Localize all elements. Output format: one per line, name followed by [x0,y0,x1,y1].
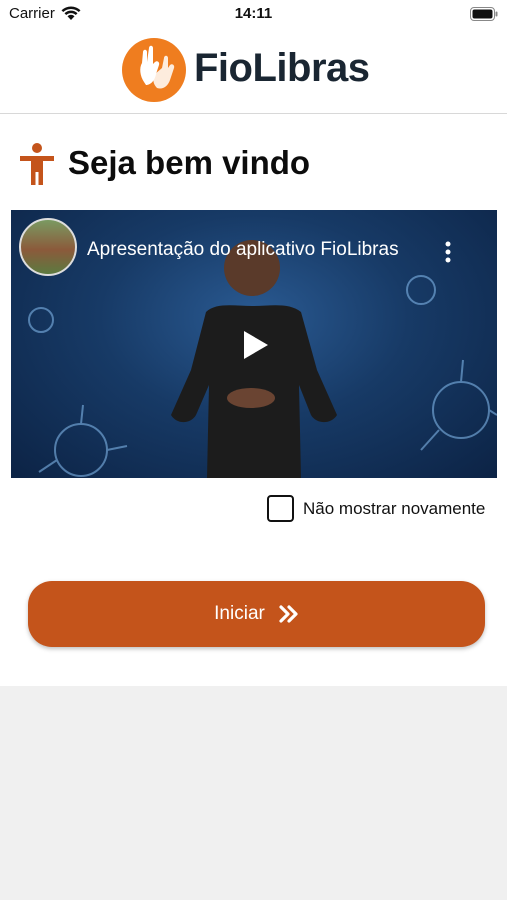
status-bar: Carrier 14:11 [0,0,507,30]
page-title: Seja bem vindo [68,144,311,181]
video-player[interactable]: Apresentação do aplicativo FioLibras [11,210,497,478]
accessibility-person-icon [20,143,54,185]
start-button-label: Iniciar [214,603,265,624]
app-header: FioLibras [0,30,507,114]
play-icon[interactable] [242,330,270,360]
libras-hand-logo-icon [122,38,186,102]
dont-show-again-label: Não mostrar novamente [303,499,486,518]
battery-icon [470,7,498,21]
dont-show-again-checkbox[interactable] [267,495,294,522]
more-vertical-icon[interactable] [443,240,453,264]
app-name: FioLibras [194,46,370,90]
double-chevron-right-icon [279,605,298,623]
clock: 14:11 [234,5,273,22]
video-title[interactable]: Apresentação do aplicativo FioLibras [87,239,427,261]
start-button[interactable]: Iniciar [28,581,485,647]
channel-avatar[interactable] [19,218,77,276]
